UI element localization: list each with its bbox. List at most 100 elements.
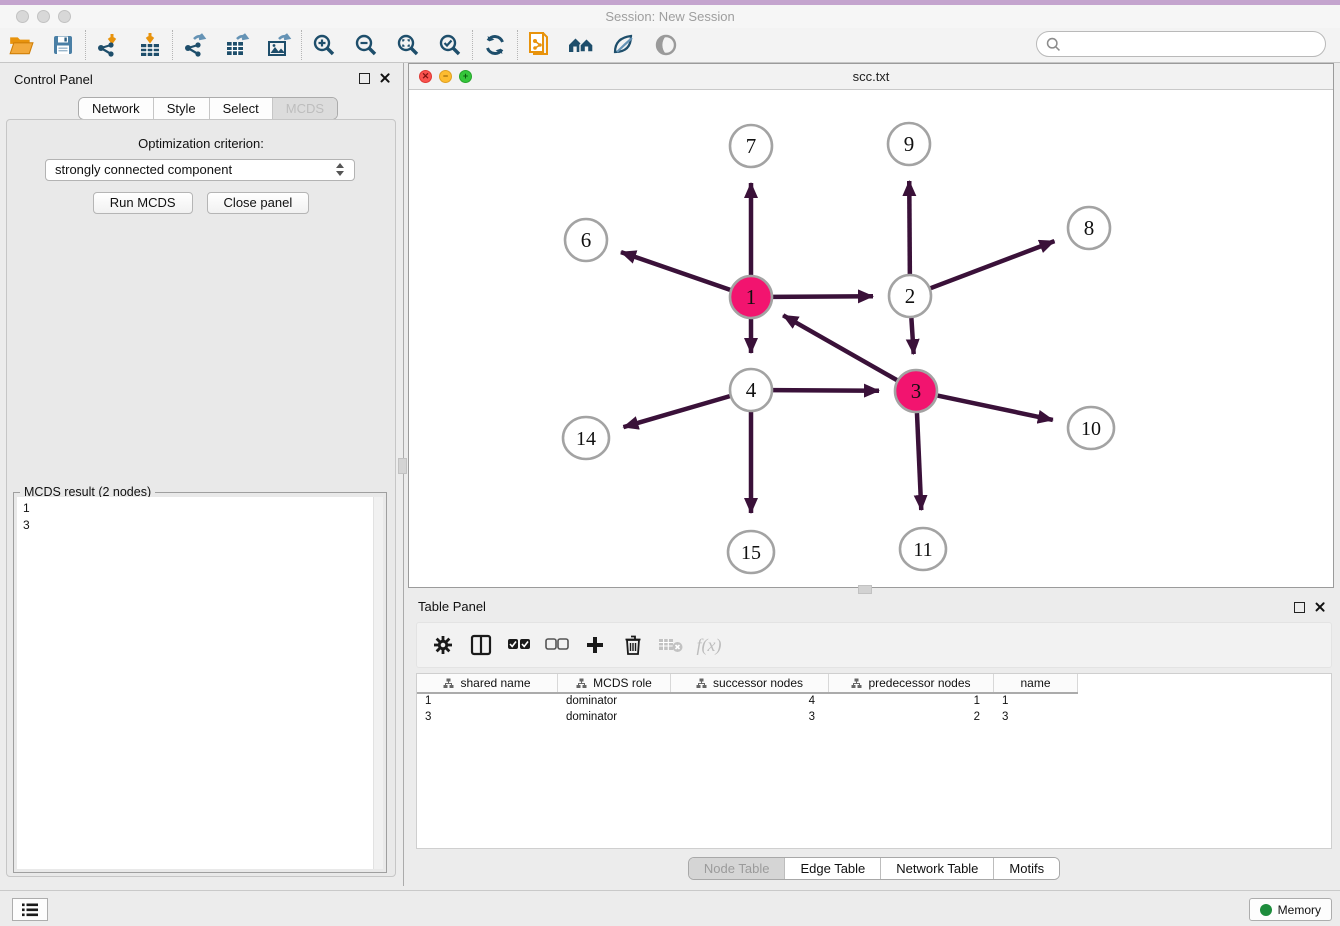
cell-MCDS-role[interactable]: dominator	[558, 710, 671, 726]
export-table-button[interactable]	[216, 29, 258, 61]
criterion-select[interactable]: strongly connected component	[45, 159, 355, 181]
memory-button[interactable]: Memory	[1249, 898, 1332, 921]
edge-4-3[interactable]	[773, 390, 879, 391]
svg-text:2: 2	[905, 284, 916, 308]
zoom-fit-button[interactable]	[387, 29, 429, 61]
mcds-result-list[interactable]: 1 3	[17, 497, 373, 869]
cell-shared-name[interactable]: 1	[417, 694, 558, 710]
close-panel-icon[interactable]	[379, 72, 391, 84]
export-network-button[interactable]	[174, 29, 216, 61]
node-6[interactable]: 6	[565, 219, 607, 261]
column-header-successor-nodes[interactable]: successor nodes	[671, 674, 829, 692]
svg-text:4: 4	[746, 378, 757, 402]
import-network-button[interactable]	[87, 29, 129, 61]
node-7[interactable]: 7	[730, 125, 772, 167]
task-history-button[interactable]	[12, 898, 48, 921]
edge-3-11[interactable]	[917, 413, 921, 510]
zoom-fit-icon	[395, 32, 421, 58]
tab-node-table[interactable]: Node Table	[689, 858, 786, 879]
network-canvas[interactable]: 7 9 6 8 1 2 4 3 14 10 15 11	[409, 90, 1333, 587]
tab-motifs[interactable]: Motifs	[994, 858, 1059, 879]
cell-shared-name[interactable]: 3	[417, 710, 558, 726]
cell-predecessor-nodes[interactable]: 2	[829, 710, 994, 726]
close-panel-button[interactable]: Close panel	[207, 192, 310, 214]
zoom-selected-button[interactable]	[429, 29, 471, 61]
node-2[interactable]: 2	[889, 275, 931, 317]
tab-style[interactable]: Style	[154, 98, 210, 119]
column-header-MCDS-role[interactable]: MCDS role	[558, 674, 671, 692]
edge-1-2[interactable]	[773, 296, 873, 297]
zoom-in-button[interactable]	[303, 29, 345, 61]
edge-2-9[interactable]	[909, 181, 910, 274]
clone-network-button[interactable]	[519, 29, 561, 61]
tab-network-table[interactable]: Network Table	[881, 858, 994, 879]
open-session-button[interactable]	[0, 29, 42, 61]
cell-successor-nodes[interactable]: 3	[671, 710, 829, 726]
control-panel-tabs: NetworkStyleSelectMCDS	[78, 97, 338, 120]
node-10[interactable]: 10	[1068, 407, 1114, 449]
vertical-splitter-handle[interactable]	[398, 458, 407, 474]
table-row[interactable]: 1dominator411	[417, 694, 1078, 710]
edge-4-14[interactable]	[623, 396, 729, 427]
unselect-all-columns-button[interactable]	[543, 631, 571, 659]
node-11[interactable]: 11	[900, 528, 946, 570]
search-box[interactable]	[1036, 31, 1326, 57]
table-row[interactable]: 3dominator323	[417, 710, 1078, 726]
node-1[interactable]: 1	[730, 276, 772, 318]
float-table-panel-icon[interactable]	[1294, 602, 1305, 613]
table-options-button[interactable]	[429, 631, 457, 659]
tab-select[interactable]: Select	[210, 98, 273, 119]
delete-columns-button[interactable]	[619, 631, 647, 659]
search-input[interactable]	[1062, 34, 1325, 54]
result-scrollbar[interactable]	[373, 497, 383, 869]
cell-predecessor-nodes[interactable]: 1	[829, 694, 994, 710]
node-4[interactable]: 4	[730, 369, 772, 411]
node-14[interactable]: 14	[563, 417, 609, 459]
svg-text:15: 15	[741, 542, 761, 564]
sort-column-icon	[576, 678, 587, 689]
column-header-name[interactable]: name	[994, 674, 1078, 692]
column-header-predecessor-nodes[interactable]: predecessor nodes	[829, 674, 994, 692]
tab-network[interactable]: Network	[79, 98, 154, 119]
edge-2-3[interactable]	[911, 318, 913, 354]
zoom-out-button[interactable]	[345, 29, 387, 61]
tab-edge-table[interactable]: Edge Table	[785, 858, 881, 879]
edge-1-6[interactable]	[621, 252, 730, 290]
column-header-label: predecessor nodes	[868, 676, 970, 690]
export-image-button[interactable]	[258, 29, 300, 61]
hide-graphics-details-button[interactable]	[603, 29, 645, 61]
run-mcds-button[interactable]: Run MCDS	[93, 192, 193, 214]
apply-layout-button[interactable]	[474, 29, 516, 61]
node-15[interactable]: 15	[728, 531, 774, 573]
cell-name[interactable]: 1	[994, 694, 1078, 710]
gear-icon	[433, 635, 453, 655]
node-table[interactable]: shared nameMCDS rolesuccessor nodes prede…	[416, 673, 1332, 849]
edge-2-8[interactable]	[931, 241, 1055, 288]
horizontal-splitter-handle[interactable]	[858, 585, 872, 594]
edge-3-10[interactable]	[938, 396, 1053, 420]
fx-icon: f(x)	[697, 635, 722, 656]
close-table-panel-icon[interactable]	[1314, 601, 1326, 613]
node-3[interactable]: 3	[895, 370, 937, 412]
tab-mcds[interactable]: MCDS	[273, 98, 337, 119]
svg-text:14: 14	[576, 428, 596, 450]
edge-3-1[interactable]	[783, 315, 897, 380]
cell-MCDS-role[interactable]: dominator	[558, 694, 671, 710]
delete-table-button	[657, 631, 685, 659]
select-all-columns-button[interactable]	[505, 631, 533, 659]
node-8[interactable]: 8	[1068, 207, 1110, 249]
import-table-button[interactable]	[129, 29, 171, 61]
column-browser-button[interactable]	[467, 631, 495, 659]
float-panel-icon[interactable]	[359, 73, 370, 84]
cell-successor-nodes[interactable]: 4	[671, 694, 829, 710]
sort-column-icon	[851, 678, 862, 689]
network-window-titlebar[interactable]: ✕ − + scc.txt	[409, 64, 1333, 90]
save-session-button[interactable]	[42, 29, 84, 61]
column-header-shared-name[interactable]: shared name	[417, 674, 558, 692]
node-9[interactable]: 9	[888, 123, 930, 165]
toggle-bird-view-button[interactable]	[645, 29, 687, 61]
create-column-button[interactable]	[581, 631, 609, 659]
show-all-networks-button[interactable]	[561, 29, 603, 61]
criterion-label: Optimization criterion:	[7, 136, 395, 151]
cell-name[interactable]: 3	[994, 710, 1078, 726]
